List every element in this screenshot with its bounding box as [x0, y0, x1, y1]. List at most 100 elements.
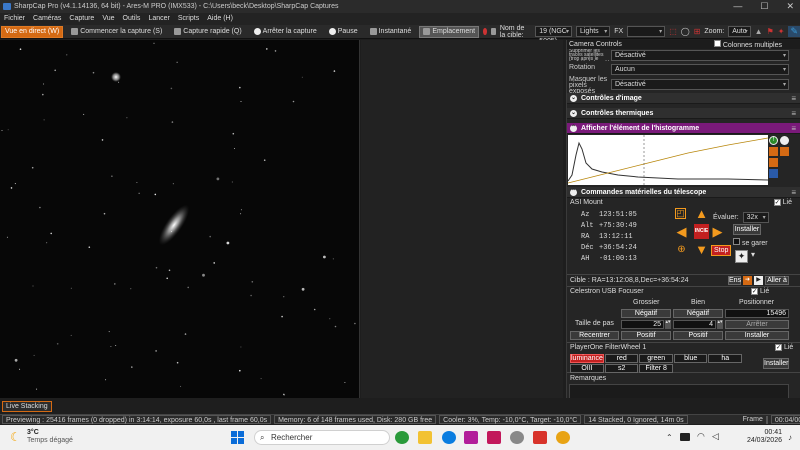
menu-tools[interactable]: Outils — [123, 13, 141, 25]
goto-button[interactable]: Aller à — [765, 276, 789, 285]
flag-icon[interactable]: ⚑ — [767, 27, 774, 36]
fine-positive-button[interactable]: Positif — [673, 331, 723, 340]
filter-button[interactable]: ha — [708, 354, 742, 363]
menu-capture[interactable]: Capture — [69, 13, 94, 25]
fine-negative-button[interactable]: Négatif — [673, 309, 723, 318]
app-icon-1[interactable] — [395, 431, 409, 444]
file-explorer-icon[interactable] — [418, 431, 432, 444]
info-icon[interactable]: ! — [769, 136, 778, 145]
filter-button[interactable]: red — [604, 354, 639, 363]
west-arrow-icon[interactable]: ◀ — [675, 225, 688, 238]
pause-button[interactable]: Pause — [325, 26, 362, 38]
windows-start-icon[interactable] — [231, 431, 245, 444]
rotation-select[interactable]: Aucun — [611, 64, 789, 75]
thermal-controls-header[interactable]: ⌄ Contrôles thermiques ≡ — [567, 108, 800, 119]
fine-step-spinner-icon[interactable]: ▴▾ — [717, 320, 723, 329]
taskbar-search[interactable]: ⌕ Rechercher — [254, 430, 390, 445]
goto-arrow-icon[interactable]: ▶ — [754, 276, 763, 285]
app-icon-2[interactable] — [464, 431, 478, 444]
start-capture-button[interactable]: Commencer la capture (S) — [67, 26, 166, 38]
quick-capture-button[interactable]: Capture rapide (Q) — [170, 26, 245, 38]
maximize-button[interactable]: ☐ — [760, 0, 768, 13]
menu-view[interactable]: Vue — [102, 13, 114, 25]
minimize-button[interactable]: — — [733, 0, 742, 13]
mount-stop-button[interactable]: Stop — [711, 245, 732, 256]
south-arrow-icon[interactable]: ▼ — [695, 243, 708, 256]
filter-button[interactable]: s2 — [604, 364, 639, 373]
histogram-icon[interactable]: ▲ — [755, 27, 763, 36]
chevron-up-icon[interactable]: ⌃ — [666, 433, 673, 442]
remarks-textarea[interactable] — [569, 384, 789, 398]
east-arrow-icon[interactable]: ▶ — [711, 225, 724, 238]
filter-button[interactable]: luminance — [570, 354, 604, 363]
filter-button[interactable]: blue — [673, 354, 708, 363]
coarse-negative-button[interactable]: Négatif — [621, 309, 671, 318]
satellite-trail-select[interactable]: Désactivé — [611, 50, 789, 61]
hardware-header[interactable]: ⌃ Commandes matérielles du télescope ≡ — [567, 187, 800, 198]
image-viewport[interactable] — [0, 40, 360, 398]
filter-button[interactable]: green — [639, 354, 673, 363]
target-select[interactable]: 19 (NGC 5005) — [535, 26, 572, 45]
menu-scripts[interactable]: Scripts — [178, 13, 199, 25]
menu-icon[interactable]: ≡ — [791, 123, 796, 134]
lightning-icon[interactable] — [769, 147, 778, 156]
reticle-icon[interactable]: ⬚ — [669, 27, 677, 36]
record-icon[interactable] — [483, 28, 488, 35]
menu-run[interactable]: Lancer — [148, 13, 169, 25]
snapshot-button[interactable]: Instantané — [366, 26, 416, 38]
rate-select[interactable]: 32x — [742, 212, 769, 223]
menu-icon[interactable]: ≡ — [791, 187, 796, 198]
focuser-stop-button[interactable]: Arrêter — [725, 320, 789, 329]
filter-button[interactable]: OIII — [570, 364, 604, 373]
frame-type-select[interactable]: Lights — [575, 26, 611, 37]
reset-icon[interactable] — [769, 158, 778, 167]
weather-widget[interactable]: 3°C Temps dégagé — [27, 429, 73, 445]
notification-bell-icon[interactable]: ♪ — [788, 433, 792, 442]
save-icon[interactable] — [769, 169, 778, 178]
sync-arrow-icon[interactable]: ➜ — [743, 276, 752, 285]
menu-file[interactable]: Fichier — [4, 13, 25, 25]
crosshair-icon[interactable]: ⊞ — [694, 27, 701, 36]
image-controls-header[interactable]: ⌄ Contrôles d'image ≡ — [567, 93, 800, 104]
close-button[interactable]: ✕ — [786, 0, 794, 13]
mount-en-button[interactable]: Ens — [728, 276, 741, 285]
hot-pixels-select[interactable]: Désactivé — [611, 79, 789, 90]
coarse-positive-button[interactable]: Positif — [621, 331, 671, 340]
speaker-icon[interactable]: ◁ — [712, 431, 719, 442]
coarse-step-field[interactable]: 25 — [621, 320, 664, 329]
fx-select[interactable] — [627, 26, 666, 37]
mount-connected-toggle[interactable]: ✓ Lié — [773, 199, 792, 206]
tools-icon[interactable] — [780, 147, 789, 156]
fine-step-field[interactable]: 4 — [673, 320, 716, 329]
mount-install-button[interactable]: Installer — [733, 224, 761, 235]
app-icon-5[interactable] — [533, 431, 547, 444]
north-arrow-icon[interactable]: ▲ — [695, 207, 708, 220]
recenter-button[interactable]: Recentrer — [570, 331, 619, 340]
filterwheel-install-button[interactable]: Installer — [763, 358, 789, 369]
settings-icon[interactable]: ✦ — [778, 27, 785, 36]
park-dropdown-icon[interactable]: ▾ — [751, 250, 755, 259]
brush-icon[interactable]: ✎ — [788, 26, 800, 37]
focuser-install-button[interactable]: Installer — [725, 331, 789, 340]
app-icon-4[interactable] — [510, 431, 524, 444]
stop-capture-button[interactable]: Arrêter la capture — [250, 26, 321, 38]
menu-icon[interactable]: ≡ — [791, 93, 796, 104]
placement-button[interactable]: Emplacement — [419, 25, 480, 38]
live-view-button[interactable]: Vue en direct (W) — [1, 25, 64, 38]
contrast-icon[interactable] — [780, 136, 789, 145]
spiral-search-icon[interactable]: ◰ — [675, 208, 686, 219]
histogram-chart[interactable] — [568, 135, 768, 185]
filterwheel-connected-toggle[interactable]: ✓ Lié — [775, 344, 793, 351]
circle-icon[interactable]: ◯ — [681, 27, 690, 36]
chrome-icon[interactable] — [556, 431, 570, 444]
park-icon[interactable]: ✦ — [735, 250, 748, 263]
filter-button[interactable]: Filter 8 — [639, 364, 673, 373]
taskbar-clock[interactable]: 00:41 24/03/2026 — [746, 429, 782, 445]
park-toggle[interactable]: se garer — [733, 238, 768, 247]
menu-cameras[interactable]: Caméras — [33, 13, 61, 25]
focuser-position-field[interactable]: 15496 — [725, 309, 789, 318]
focuser-connected-toggle[interactable]: ✓ Lié — [751, 288, 769, 295]
menu-icon[interactable]: ≡ — [791, 108, 796, 119]
zoom-select[interactable]: Auto — [728, 26, 751, 37]
app-icon-3[interactable] — [487, 431, 501, 444]
